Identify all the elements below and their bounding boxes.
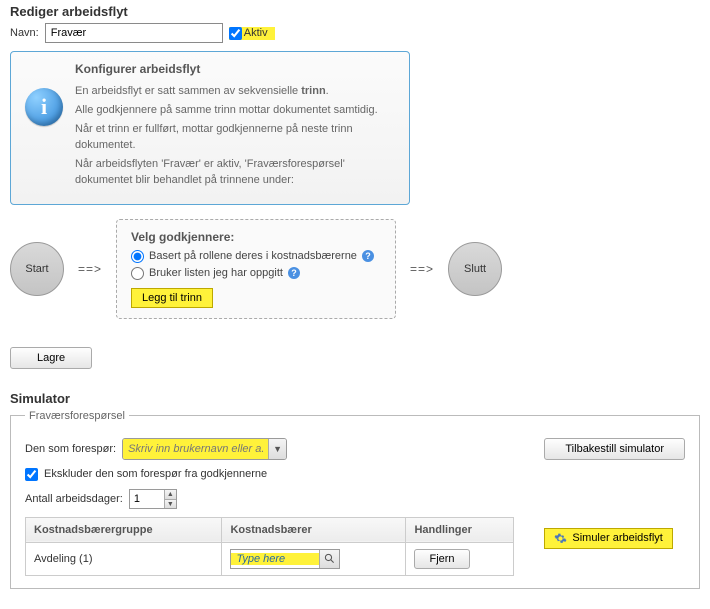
end-node: Slutt <box>448 242 502 296</box>
workflow-name-input[interactable] <box>45 23 223 43</box>
workflow-flow: Start ==> Velg godkjennere: Basert på ro… <box>10 219 700 319</box>
requester-combobox[interactable]: ▼ <box>122 438 287 460</box>
cell-carrier <box>222 542 406 575</box>
info-p3: Når et trinn er fullført, mottar godkjen… <box>75 122 395 154</box>
cell-group: Avdeling (1) <box>26 542 222 575</box>
gear-icon <box>554 532 567 545</box>
simulator-legend: Fraværsforespørsel <box>25 410 129 422</box>
table-header-actions: Handlinger <box>406 517 514 542</box>
help-icon[interactable]: ? <box>362 250 374 262</box>
add-step-button[interactable]: Legg til trinn <box>131 288 213 308</box>
approver-roles-radio[interactable] <box>131 250 144 263</box>
active-label: Aktiv <box>242 27 272 39</box>
days-label: Antall arbeidsdager: <box>25 493 123 505</box>
reset-simulator-button[interactable]: Tilbakestill simulator <box>544 438 685 460</box>
info-heading: Konfigurer arbeidsflyt <box>75 62 395 76</box>
save-button[interactable]: Lagre <box>10 347 92 369</box>
requester-label: Den som forespør: <box>25 443 116 455</box>
approver-roles-label: Basert på rollene deres i kostnadsbærern… <box>149 250 357 262</box>
approver-list-radio[interactable] <box>131 267 144 280</box>
name-label: Navn: <box>10 27 39 39</box>
approver-heading: Velg godkjennere: <box>131 230 381 244</box>
chevron-down-icon[interactable]: ▼ <box>268 439 286 459</box>
table-row: Avdeling (1) Fjern <box>26 542 514 575</box>
cell-actions: Fjern <box>406 542 514 575</box>
spinner-up-icon[interactable]: ▲ <box>164 490 176 499</box>
simulator-title: Simulator <box>10 391 700 406</box>
simulate-workflow-button[interactable]: Simuler arbeidsflyt <box>544 528 672 549</box>
exclude-requester-checkbox[interactable] <box>25 468 38 481</box>
arrow-icon: ==> <box>78 262 102 276</box>
info-p1: En arbeidsflyt er satt sammen av sekvens… <box>75 84 395 100</box>
page-title: Rediger arbeidsflyt <box>10 4 700 19</box>
start-node: Start <box>10 242 64 296</box>
info-icon: i <box>25 88 63 126</box>
name-row: Navn: Aktiv <box>10 23 700 43</box>
carrier-search[interactable] <box>230 549 340 569</box>
info-p2: Alle godkjennere på samme trinn mottar d… <box>75 103 395 119</box>
approver-list-label: Bruker listen jeg har oppgitt <box>149 267 283 279</box>
days-input[interactable] <box>130 490 164 508</box>
info-p4: Når arbeidsflyten 'Fravær' er aktiv, 'Fr… <box>75 157 395 189</box>
table-header-group: Kostnadsbærergruppe <box>26 517 222 542</box>
carrier-search-input[interactable] <box>231 553 319 565</box>
active-checkbox[interactable] <box>229 27 242 40</box>
table-header-carrier: Kostnadsbærer <box>222 517 406 542</box>
requester-input[interactable] <box>123 439 268 459</box>
help-icon[interactable]: ? <box>288 267 300 279</box>
exclude-requester-label: Ekskluder den som forespør fra godkjenne… <box>44 468 267 480</box>
approver-selection-box: Velg godkjennere: Basert på rollene dere… <box>116 219 396 319</box>
days-spinner[interactable]: ▲ ▼ <box>129 489 177 509</box>
simulator-fieldset: Fraværsforespørsel Den som forespør: ▼ E… <box>10 410 700 589</box>
spinner-down-icon[interactable]: ▼ <box>164 499 176 508</box>
cost-carrier-table: Kostnadsbærergruppe Kostnadsbærer Handli… <box>25 517 514 576</box>
arrow-icon: ==> <box>410 262 434 276</box>
search-icon[interactable] <box>319 550 339 568</box>
info-panel: i Konfigurer arbeidsflyt En arbeidsflyt … <box>10 51 410 205</box>
remove-button[interactable]: Fjern <box>414 549 469 569</box>
